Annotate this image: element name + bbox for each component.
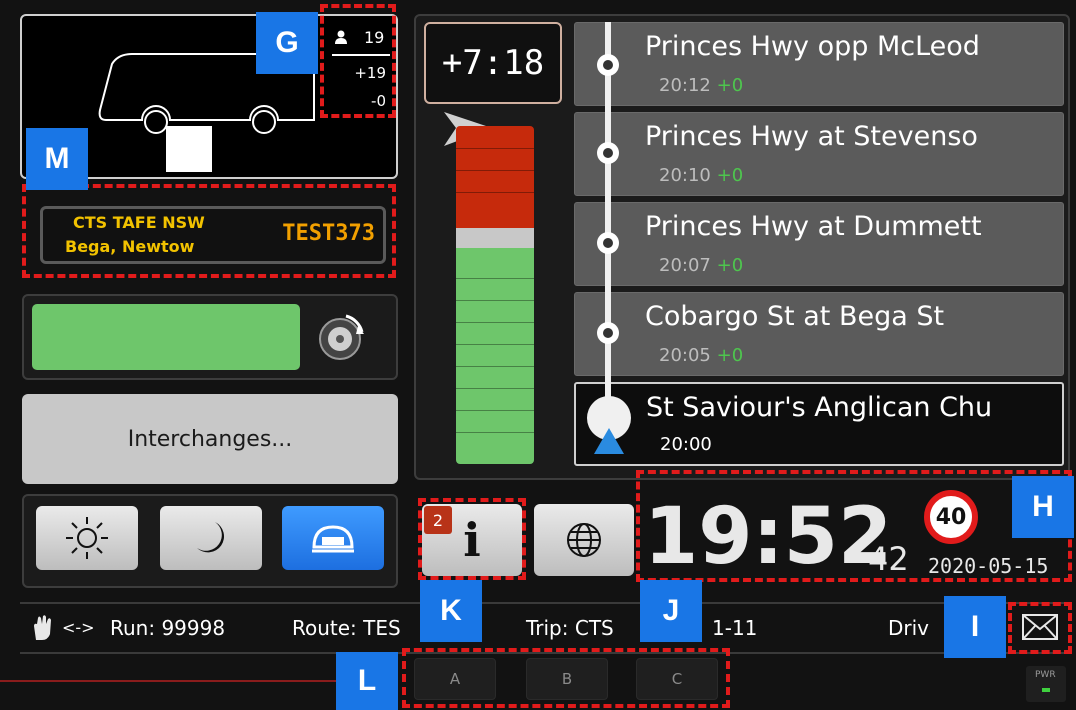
schedule-button-a[interactable]: A [414, 658, 496, 700]
late-zone [456, 126, 534, 228]
vehicle-position-icon [594, 428, 624, 454]
globe-button[interactable] [534, 504, 634, 576]
callout-g: G [256, 12, 318, 74]
passenger-counter: 19 +19 -0 [320, 4, 396, 118]
callout-m: M [26, 128, 88, 190]
stop-item[interactable]: Princes Hwy at Dummett 20:07 +0 [574, 202, 1064, 286]
headlight-icon [312, 525, 354, 553]
destination-line1: CTS TAFE NSW [73, 213, 205, 232]
night-mode-button[interactable] [160, 506, 262, 570]
alighted-count: -0 [371, 92, 386, 110]
headlight-button[interactable] [282, 506, 384, 570]
stop-node [597, 322, 619, 344]
callout-h: H [1012, 476, 1074, 538]
interchanges-label: Interchanges... [127, 426, 293, 452]
current-stop-item[interactable]: St Saviour's Anglican Chu 20:00 [574, 382, 1064, 466]
run-label: Run: 99998 [110, 616, 226, 640]
mode-buttons-panel [22, 494, 398, 588]
message-button[interactable] [1008, 602, 1072, 654]
stop-item[interactable]: Princes Hwy opp McLeod 20:12 +0 [574, 22, 1064, 106]
info-button-outline [418, 498, 526, 580]
status-indicator-bar [32, 304, 300, 370]
trip-label-tail: 1-11 [712, 616, 758, 640]
driver-label: Driv [888, 616, 930, 640]
person-icon [335, 30, 347, 44]
schedule-adherence-bar [456, 126, 534, 464]
destination-sign[interactable]: CTS TAFE NSW Bega, Newtow TEST373 [40, 206, 386, 264]
callout-j: J [640, 580, 702, 642]
boarded-count: +19 [354, 64, 386, 82]
destination-line2: Bega, Newtow [65, 237, 195, 256]
status-panel [22, 294, 398, 380]
trip-label: Trip: CTS [526, 616, 614, 640]
stop-item[interactable]: Princes Hwy at Stevenso 20:10 +0 [574, 112, 1064, 196]
schedule-deviation: +7:18 [424, 22, 562, 104]
moon-icon [197, 522, 225, 553]
callout-i: I [944, 596, 1006, 658]
callout-k: K [420, 580, 482, 642]
hand-icon[interactable] [30, 614, 54, 642]
power-indicator: PWR [1026, 666, 1066, 702]
route-label: Route: TES [292, 616, 401, 640]
stop-node [597, 54, 619, 76]
passenger-count: 19 [364, 28, 385, 47]
stop-item[interactable]: Cobargo St at Bega St 20:05 +0 [574, 292, 1064, 376]
clock-area-outline [636, 470, 1072, 582]
day-mode-button[interactable] [36, 506, 138, 570]
globe-icon [567, 523, 601, 557]
tyre-icon[interactable] [316, 312, 366, 362]
power-led [1042, 688, 1050, 692]
sun-icon [66, 517, 108, 559]
interchanges-button[interactable]: Interchanges... [22, 394, 398, 484]
envelope-icon [1022, 614, 1058, 640]
destination-code: TEST373 [282, 221, 375, 246]
on-time-marker [456, 228, 534, 248]
callout-l: L [336, 652, 398, 710]
schedule-button-b[interactable]: B [526, 658, 608, 700]
leader-line [0, 680, 340, 682]
counter-divider [332, 54, 390, 56]
schedule-button-c[interactable]: C [636, 658, 718, 700]
stop-node [597, 142, 619, 164]
route-line [605, 22, 611, 418]
stop-node [597, 232, 619, 254]
camera-placeholder [166, 126, 212, 172]
status-arrows: <-> [62, 618, 95, 637]
